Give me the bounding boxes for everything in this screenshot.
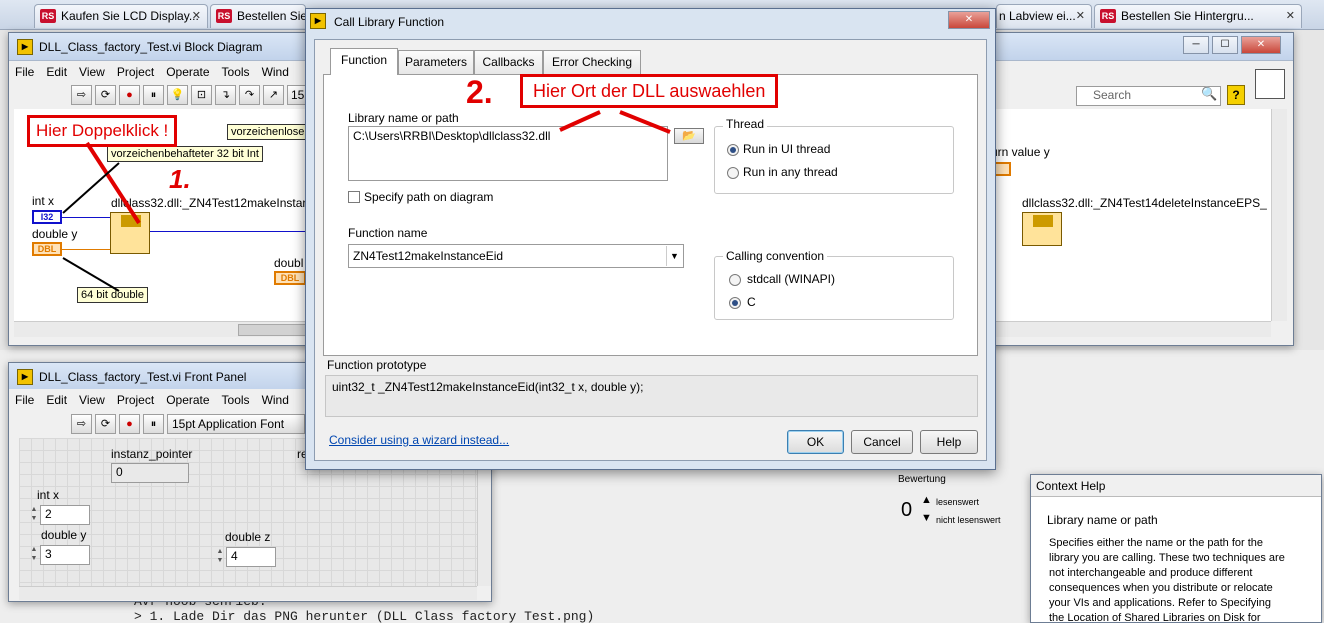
- menu-operate[interactable]: Operate: [160, 389, 215, 411]
- rating-value: 0: [901, 499, 913, 521]
- function-name-select[interactable]: ZN4Test12makeInstanceEid: [348, 244, 684, 268]
- any-thread-label: Run in any thread: [743, 165, 838, 179]
- red-arrow: [559, 110, 601, 132]
- close-icon[interactable]: ✕: [1241, 36, 1281, 54]
- return-value-label: urn value y: [991, 145, 1050, 159]
- tab-function[interactable]: Function: [330, 48, 398, 75]
- call-library-node-2[interactable]: [1022, 212, 1062, 246]
- red-arrow: [85, 141, 141, 225]
- double-z-label: double z: [225, 530, 271, 544]
- front-panel-toolbar: ⇨ ⟳ ● ⏸ 15pt Application Font: [65, 412, 305, 436]
- vertical-scrollbar[interactable]: [1271, 109, 1287, 321]
- chevron-down-icon[interactable]: ▼: [666, 246, 682, 266]
- menu-project[interactable]: Project: [111, 389, 160, 411]
- thread-group: Thread Run in UI thread Run in any threa…: [714, 117, 954, 194]
- minimize-icon[interactable]: ─: [1183, 36, 1209, 54]
- arrow-down-icon[interactable]: ▼: [921, 512, 932, 524]
- increment-icon[interactable]: ▲ ▼: [29, 505, 39, 525]
- browser-tab[interactable]: n Labview ei... ✕: [996, 4, 1092, 28]
- rs-favicon-icon: RS: [40, 9, 56, 23]
- tab-error-checking[interactable]: Error Checking: [543, 50, 641, 74]
- help-icon[interactable]: ?: [1227, 85, 1245, 105]
- browser-tab[interactable]: RS Bestellen Sie Hintergru... ✕: [1094, 4, 1302, 28]
- cancel-button[interactable]: Cancel: [851, 430, 913, 454]
- font-select[interactable]: 15pt Application Font: [167, 414, 305, 434]
- vi-connector-icon: [1255, 69, 1285, 99]
- browser-tab[interactable]: RS Kaufen Sie LCD Display... ✕: [34, 4, 208, 28]
- context-help-body: Specifies either the name or the path fo…: [1049, 537, 1285, 623]
- annotation-step-2: 2.: [466, 74, 493, 110]
- call-node-2-label: dllclass32.dll:_ZN4Test14deleteInstanceE…: [1022, 196, 1267, 210]
- menu-edit[interactable]: Edit: [40, 389, 73, 411]
- black-arrow: [62, 257, 120, 292]
- dll-node-icon: [1033, 215, 1053, 227]
- c-label: C: [747, 295, 756, 309]
- instanz-pointer-label: instanz_pointer: [111, 447, 193, 461]
- function-prototype-label: Function prototype: [327, 358, 427, 372]
- red-arrow: [619, 110, 671, 134]
- tab-callbacks[interactable]: Callbacks: [474, 50, 543, 74]
- help-button[interactable]: Help: [920, 430, 978, 454]
- close-icon[interactable]: ✕: [1286, 5, 1295, 27]
- rs-favicon-icon: RS: [1100, 9, 1116, 23]
- specify-path-label: Specify path on diagram: [364, 190, 494, 204]
- calling-convention-label: Calling convention: [723, 249, 828, 263]
- radio-stdcall[interactable]: [729, 274, 741, 286]
- thread-label: Thread: [723, 117, 768, 131]
- annotation-arrows-2: [559, 110, 671, 134]
- black-arrow: [62, 162, 120, 214]
- run-arrow-icon[interactable]: ⇨: [71, 414, 92, 434]
- radio-c[interactable]: [729, 297, 741, 309]
- instanz-pointer-indicator: 0: [111, 463, 189, 483]
- library-path-label: Library name or path: [348, 111, 459, 125]
- menu-tools[interactable]: Tools: [216, 389, 256, 411]
- increment-icon[interactable]: ▲ ▼: [29, 545, 39, 565]
- menu-window[interactable]: Wind: [256, 389, 295, 411]
- specify-path-checkbox[interactable]: [348, 191, 360, 203]
- search-input[interactable]: Search: [1076, 86, 1221, 106]
- context-help-heading: Library name or path: [1047, 513, 1158, 527]
- function-prototype-box: uint32_t _ZN4Test12makeInstanceEid(int32…: [325, 375, 978, 417]
- close-icon[interactable]: ✕: [192, 5, 201, 27]
- tab-parameters[interactable]: Parameters: [398, 50, 474, 74]
- browser-tab[interactable]: RSBestellen Sie I: [210, 4, 306, 28]
- radio-ui-thread[interactable]: [727, 144, 739, 156]
- horizontal-scrollbar[interactable]: [19, 586, 477, 600]
- rating-down-label[interactable]: nicht lesenswert: [936, 515, 1001, 525]
- dialog-title: Call Library Function: [334, 15, 445, 29]
- close-icon[interactable]: ✕: [1076, 5, 1085, 27]
- forum-quote-line: > 1. Lade Dir das PNG herunter (DLL Clas…: [134, 609, 595, 623]
- int-x-label: int x: [37, 488, 60, 502]
- radio-any-thread[interactable]: [727, 167, 739, 179]
- function-name-label: Function name: [348, 226, 428, 240]
- rating-up-label[interactable]: lesenswert: [936, 497, 979, 507]
- menu-file[interactable]: File: [9, 389, 40, 411]
- run-continuously-icon[interactable]: ⟳: [95, 414, 116, 434]
- increment-icon[interactable]: ▲ ▼: [215, 547, 225, 567]
- calling-convention-group: Calling convention stdcall (WINAPI) C: [714, 249, 954, 320]
- context-help-window: Context Help Library name or path Specif…: [1030, 474, 1322, 623]
- pause-icon[interactable]: ⏸: [143, 414, 164, 434]
- maximize-icon[interactable]: ☐: [1212, 36, 1238, 54]
- labview-vi-icon: ▶: [310, 13, 326, 29]
- ui-thread-label: Run in UI thread: [743, 142, 831, 156]
- labview-vi-icon: ▶: [17, 369, 33, 385]
- double-y-control[interactable]: 3: [40, 545, 90, 565]
- annotation-arrows: [62, 141, 141, 292]
- double-y-label: double y: [41, 528, 87, 542]
- context-help-title: Context Help: [1031, 475, 1321, 497]
- rs-favicon-icon: RS: [216, 9, 232, 23]
- int-x-control[interactable]: 2: [40, 505, 90, 525]
- close-icon[interactable]: ✕: [948, 11, 990, 29]
- wizard-link[interactable]: Consider using a wizard instead...: [329, 433, 509, 447]
- ok-button[interactable]: OK: [787, 430, 844, 454]
- abort-icon[interactable]: ●: [119, 414, 140, 434]
- double-z-control[interactable]: 4: [226, 547, 276, 567]
- menu-view[interactable]: View: [73, 389, 111, 411]
- search-icon[interactable]: 🔍: [1201, 86, 1217, 102]
- stdcall-label: stdcall (WINAPI): [747, 272, 836, 286]
- arrow-up-icon[interactable]: ▲: [921, 494, 932, 506]
- rating-label: Bewertung: [898, 474, 946, 485]
